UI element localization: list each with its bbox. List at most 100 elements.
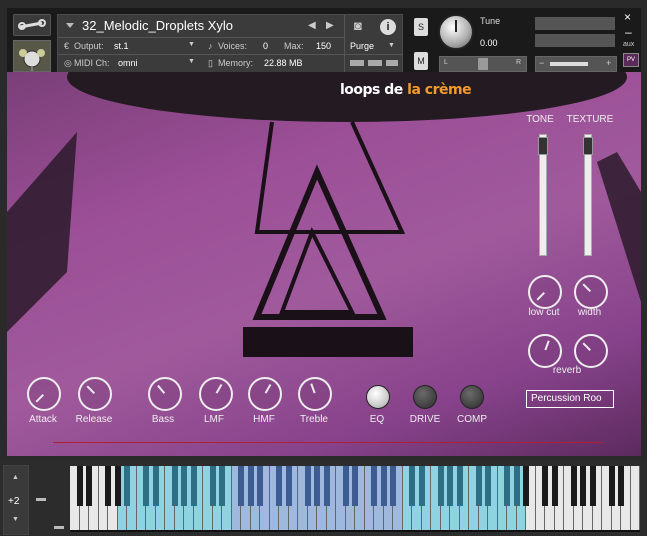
comp-toggle[interactable] xyxy=(460,385,484,409)
instrument-info-panel: 32_Melodic_Droplets Xylo ◀ ▶ ◙ i € Outpu… xyxy=(57,14,403,74)
pv-button[interactable]: PV xyxy=(623,53,639,67)
release-knob[interactable] xyxy=(78,377,112,411)
low-cut-knob[interactable] xyxy=(528,275,562,309)
midi-channel-label: MIDI Ch: xyxy=(74,58,110,68)
purge-dropdown-icon[interactable]: ▼ xyxy=(388,42,395,49)
midi-channel-value[interactable]: omni xyxy=(118,58,138,68)
tune-knob[interactable] xyxy=(438,14,474,50)
lmf-knob[interactable] xyxy=(199,377,233,411)
black-key[interactable] xyxy=(181,466,187,506)
texture-label: TEXTURE xyxy=(566,114,614,125)
pitch-wheel[interactable] xyxy=(36,498,46,501)
black-key[interactable] xyxy=(456,466,463,506)
output-value[interactable]: st.1 xyxy=(114,41,129,51)
max-voices-value[interactable]: 150 xyxy=(316,41,331,51)
camera-icon[interactable]: ◙ xyxy=(354,18,362,33)
octave-up-icon[interactable]: ▲ xyxy=(12,474,19,481)
output-dropdown-icon[interactable]: ▼ xyxy=(188,41,195,48)
lmf-label: LMF xyxy=(204,414,224,425)
close-icon[interactable]: × xyxy=(624,10,631,24)
aux-button[interactable]: aux xyxy=(623,41,634,48)
black-key[interactable] xyxy=(238,466,244,506)
collapse-icon[interactable] xyxy=(66,23,74,28)
piano-keyboard[interactable] xyxy=(70,466,640,532)
black-key[interactable] xyxy=(285,466,292,506)
eq-toggle[interactable] xyxy=(366,385,390,409)
black-key[interactable] xyxy=(589,466,596,506)
black-key[interactable] xyxy=(219,466,225,506)
black-key[interactable] xyxy=(247,466,254,506)
minimize-icon[interactable]: – xyxy=(625,25,632,39)
black-key[interactable] xyxy=(342,466,349,506)
treble-knob[interactable] xyxy=(298,377,332,411)
black-key[interactable] xyxy=(371,466,377,506)
black-key[interactable] xyxy=(409,466,415,506)
black-key[interactable] xyxy=(475,466,482,506)
level-meter-right xyxy=(535,34,615,47)
tone-slider-handle[interactable] xyxy=(538,137,548,155)
volume-fill xyxy=(550,62,588,66)
black-key[interactable] xyxy=(390,466,396,506)
octave-value: +2 xyxy=(8,496,20,507)
black-key[interactable] xyxy=(257,466,263,506)
black-key[interactable] xyxy=(437,466,444,506)
wrench-icon[interactable] xyxy=(13,14,51,36)
reverb-mix-knob[interactable] xyxy=(574,334,608,368)
black-key[interactable] xyxy=(352,466,358,506)
reverb-preset-dropdown[interactable]: Percussion Roo xyxy=(526,390,614,408)
black-key[interactable] xyxy=(86,466,92,506)
mute-button[interactable]: M xyxy=(414,52,428,70)
black-key[interactable] xyxy=(124,466,130,506)
black-key[interactable] xyxy=(209,466,216,506)
black-key[interactable] xyxy=(171,466,178,506)
black-key[interactable] xyxy=(314,466,320,506)
black-key[interactable] xyxy=(580,466,586,506)
prev-arrow-icon[interactable]: ◀ xyxy=(308,20,316,31)
black-key[interactable] xyxy=(570,466,577,506)
black-key[interactable] xyxy=(542,466,548,506)
width-knob[interactable] xyxy=(574,275,608,309)
attack-knob[interactable] xyxy=(27,377,61,411)
info-icon[interactable]: i xyxy=(380,19,396,35)
volume-slider[interactable]: − + xyxy=(535,56,617,72)
logo-text: loops de xyxy=(340,82,408,98)
black-key[interactable] xyxy=(143,466,149,506)
purge-meter xyxy=(368,60,382,66)
texture-slider-handle[interactable] xyxy=(583,137,593,155)
black-key[interactable] xyxy=(504,466,510,506)
next-arrow-icon[interactable]: ▶ xyxy=(326,20,334,31)
black-key[interactable] xyxy=(152,466,159,506)
solo-button[interactable]: S xyxy=(414,18,428,36)
pan-handle[interactable] xyxy=(478,58,488,70)
bass-label: Bass xyxy=(151,414,175,425)
black-key[interactable] xyxy=(276,466,282,506)
instrument-name[interactable]: 32_Melodic_Droplets Xylo xyxy=(82,18,233,33)
reverb-size-knob[interactable] xyxy=(528,334,562,368)
black-key[interactable] xyxy=(447,466,453,506)
black-key[interactable] xyxy=(323,466,330,506)
black-key[interactable] xyxy=(114,466,121,506)
purge-button[interactable]: Purge xyxy=(350,41,374,51)
black-key[interactable] xyxy=(551,466,558,506)
black-key[interactable] xyxy=(608,466,615,506)
black-key[interactable] xyxy=(485,466,491,506)
black-key[interactable] xyxy=(618,466,624,506)
mod-wheel[interactable] xyxy=(54,526,64,529)
drive-toggle[interactable] xyxy=(413,385,437,409)
midi-icon: ◎ xyxy=(64,58,72,68)
black-key[interactable] xyxy=(190,466,197,506)
midi-dropdown-icon[interactable]: ▼ xyxy=(188,58,195,65)
white-key[interactable] xyxy=(630,466,640,530)
octave-down-icon[interactable]: ▼ xyxy=(12,516,19,523)
bass-knob[interactable] xyxy=(148,377,182,411)
pan-slider[interactable]: L R xyxy=(439,56,527,72)
black-key[interactable] xyxy=(523,466,529,506)
black-key[interactable] xyxy=(513,466,520,506)
black-key[interactable] xyxy=(304,466,311,506)
black-key[interactable] xyxy=(418,466,425,506)
tune-label: Tune xyxy=(480,16,501,26)
hmf-knob[interactable] xyxy=(248,377,282,411)
black-key[interactable] xyxy=(76,466,83,506)
black-key[interactable] xyxy=(380,466,387,506)
black-key[interactable] xyxy=(105,466,111,506)
